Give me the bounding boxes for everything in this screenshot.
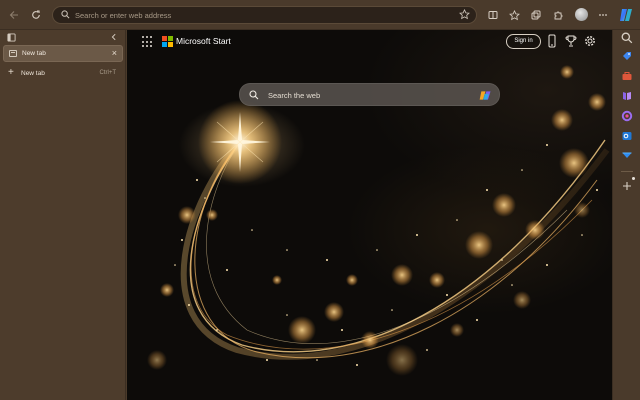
address-bar[interactable]: Search or enter web address	[52, 6, 477, 24]
split-screen-button[interactable]	[485, 7, 501, 23]
web-search-box[interactable]: Search the web	[239, 83, 500, 106]
settings-more-button[interactable]	[595, 7, 611, 23]
tab-new-tab[interactable]: New tab ×	[3, 45, 123, 62]
page-icon	[9, 50, 17, 57]
new-tab-label: New tab	[21, 70, 45, 77]
refresh-button[interactable]	[28, 7, 44, 23]
copilot-icon	[620, 9, 632, 21]
split-screen-icon	[488, 11, 498, 19]
vertical-tabs-pane: New tab × + New tab Ctrl+T	[0, 30, 126, 400]
shopping-tag-icon[interactable]	[621, 50, 633, 62]
brand-title[interactable]: Microsoft Start	[176, 36, 231, 46]
drop-icon[interactable]	[621, 149, 633, 161]
copilot-icon[interactable]	[478, 88, 493, 103]
mobile-app-button[interactable]	[545, 34, 559, 48]
app-launcher-icon[interactable]	[142, 36, 154, 48]
microsoft-logo-icon	[162, 36, 173, 47]
page-settings-button[interactable]	[583, 34, 597, 48]
address-placeholder: Search or enter web address	[75, 11, 172, 20]
new-tab-shortcut: Ctrl+T	[99, 70, 117, 76]
search-icon	[61, 10, 70, 19]
toolbox-icon[interactable]	[621, 70, 633, 82]
add-plus-icon[interactable]	[621, 180, 633, 192]
collections-button[interactable]	[528, 7, 544, 23]
plus-icon: +	[8, 67, 14, 78]
tab-actions-icon[interactable]	[7, 33, 16, 42]
new-tab-page: Microsoft Start Sign in Search the web	[127, 30, 612, 400]
edge-sidebar	[612, 30, 640, 400]
gear-icon	[585, 36, 595, 46]
search-icon[interactable]	[621, 32, 633, 44]
new-tab-button[interactable]: + New tab Ctrl+T	[3, 67, 123, 81]
extensions-button[interactable]	[550, 7, 566, 23]
sidebar-divider	[621, 171, 633, 172]
browser-toolbar: Search or enter web address	[0, 0, 640, 30]
microsoft-365-icon[interactable]	[621, 110, 633, 122]
close-icon[interactable]: ×	[112, 48, 117, 58]
refresh-icon	[32, 10, 40, 19]
profile-avatar[interactable]	[575, 8, 588, 21]
trophy-icon	[565, 35, 577, 47]
favorites-star-icon	[508, 9, 520, 20]
sign-in-button[interactable]: Sign in	[506, 34, 541, 49]
tab-label: New tab	[22, 50, 46, 57]
collections-icon	[531, 10, 541, 20]
more-dots-icon	[599, 14, 607, 16]
notification-dot	[632, 177, 635, 180]
rewards-button[interactable]	[564, 34, 578, 48]
puzzle-icon	[554, 11, 563, 20]
search-icon	[249, 90, 259, 100]
collapse-pane-icon[interactable]	[110, 33, 118, 41]
star-icon[interactable]	[459, 9, 470, 20]
back-button[interactable]	[6, 7, 22, 23]
search-placeholder: Search the web	[268, 91, 321, 100]
games-icon[interactable]	[621, 90, 633, 102]
tab-pane-header	[0, 30, 126, 44]
phone-icon	[548, 34, 556, 48]
favorites-button[interactable]	[506, 7, 522, 23]
back-arrow-icon	[9, 11, 18, 19]
copilot-button[interactable]	[617, 6, 635, 24]
outlook-icon[interactable]	[621, 130, 633, 142]
